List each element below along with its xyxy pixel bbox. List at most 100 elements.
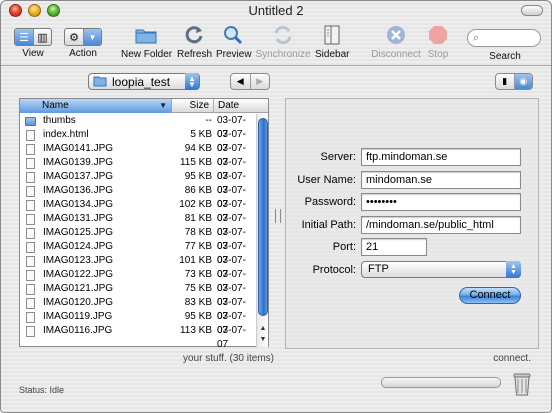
action-popup[interactable]: ⚙ ▼ xyxy=(64,28,102,46)
file-row[interactable]: IMAG0123.JPG 101 KB 03-07-07 xyxy=(20,254,256,280)
view-control[interactable]: ☰ ▥ View xyxy=(14,23,52,59)
globe-icon[interactable]: ◉ xyxy=(513,74,532,89)
file-row[interactable]: IMAG0116.JPG 113 KB 03-07-07 xyxy=(20,324,256,347)
synchronize-button[interactable]: Synchronize xyxy=(255,23,311,60)
action-control[interactable]: ⚙ ▼ Action xyxy=(64,23,102,59)
minimize-window-button[interactable] xyxy=(28,4,41,17)
refresh-button[interactable]: Refresh xyxy=(177,23,212,60)
port-field[interactable]: 21 xyxy=(361,238,427,256)
search-input[interactable]: ⌕ xyxy=(467,29,541,47)
bookmark-icon[interactable]: ▮ xyxy=(496,74,514,89)
file-size: 102 KB xyxy=(179,199,212,210)
sidebar-button[interactable]: Sidebar xyxy=(315,23,349,60)
zoom-window-button[interactable] xyxy=(47,4,60,17)
file-name: IMAG0125.JPG xyxy=(43,227,114,238)
file-icon xyxy=(26,214,35,225)
scrollbar-thumb[interactable] xyxy=(258,118,268,316)
file-name: IMAG0124.JPG xyxy=(43,241,114,252)
file-name: IMAG0136.JPG xyxy=(43,185,114,196)
file-icon xyxy=(26,284,35,295)
list-view-icon[interactable]: ☰ xyxy=(15,29,33,45)
file-size: 94 KB xyxy=(184,143,212,154)
file-row[interactable]: IMAG0120.JPG 83 KB 03-07-07 xyxy=(20,296,256,322)
folder-icon xyxy=(25,117,36,126)
toolbar-toggle-button[interactable] xyxy=(521,5,543,16)
username-label: User Name: xyxy=(297,174,356,186)
file-row[interactable]: IMAG0124.JPG 77 KB 03-07-07 xyxy=(20,240,256,266)
stop-button[interactable]: Stop xyxy=(425,23,451,60)
connection-panel: Server: ftp.mindoman.se User Name: mindo… xyxy=(285,98,539,349)
column-view-icon[interactable]: ▥ xyxy=(33,29,51,45)
file-name: IMAG0116.JPG xyxy=(43,325,113,336)
file-size: 78 KB xyxy=(184,227,212,238)
file-row[interactable]: IMAG0139.JPG 115 KB 03-07-07 xyxy=(20,156,256,182)
disconnect-icon xyxy=(383,23,409,47)
sidebar-icon xyxy=(319,23,345,47)
file-row[interactable]: IMAG0121.JPG 75 KB 03-07-07 xyxy=(20,282,256,308)
search-control: ⌕ Search xyxy=(467,23,543,62)
password-field[interactable]: •••••••• xyxy=(361,193,521,211)
forward-button[interactable]: ▶ xyxy=(249,74,270,89)
file-icon xyxy=(26,130,35,141)
file-row[interactable]: IMAG0125.JPG 78 KB 03-07-07 xyxy=(20,226,256,252)
preview-button[interactable]: Preview xyxy=(216,23,252,60)
folder-popup[interactable]: loopia_test ▲ ▼ xyxy=(88,73,200,90)
file-list-header: Name ▼ Size Date xyxy=(20,99,268,113)
column-header-date[interactable]: Date xyxy=(214,99,258,113)
column-header-name[interactable]: Name ▼ xyxy=(20,99,172,113)
file-icon xyxy=(26,298,35,309)
stop-icon xyxy=(425,23,451,47)
file-icon xyxy=(26,270,35,281)
file-name: IMAG0131.JPG xyxy=(43,213,114,224)
chevron-down-icon: ▼ xyxy=(83,29,101,45)
close-window-button[interactable] xyxy=(9,4,22,17)
file-row[interactable]: IMAG0122.JPG 73 KB 03-07-07 xyxy=(20,268,256,294)
file-size: 5 KB xyxy=(190,129,212,140)
file-icon xyxy=(26,144,35,155)
file-size: 73 KB xyxy=(184,269,212,280)
disconnect-button[interactable]: Disconnect xyxy=(371,23,421,60)
scroll-up-icon[interactable]: ▲ xyxy=(258,324,268,334)
file-row[interactable]: IMAG0137.JPG 95 KB 03-07-07 xyxy=(20,170,256,196)
trash-icon[interactable] xyxy=(511,371,533,397)
file-size: 95 KB xyxy=(184,311,212,322)
file-row[interactable]: thumbs -- 03-07-07 xyxy=(20,114,256,140)
server-field[interactable]: ftp.mindoman.se xyxy=(361,148,521,166)
file-size: 95 KB xyxy=(184,171,212,182)
column-header-size[interactable]: Size xyxy=(172,99,214,113)
select-arrows-icon: ▲ ▼ xyxy=(506,261,521,278)
items-caption: your stuff. (30 items) xyxy=(183,353,274,364)
file-row[interactable]: IMAG0136.JPG 86 KB 03-07-07 xyxy=(20,184,256,210)
file-name: IMAG0134.JPG xyxy=(43,199,114,210)
history-navigation: ◀ ▶ xyxy=(230,73,270,90)
app-window: Untitled 2 ☰ ▥ View ⚙ ▼ Action New Folde… xyxy=(0,0,552,413)
file-size: 101 KB xyxy=(179,255,212,266)
file-size: 77 KB xyxy=(184,241,212,252)
folder-icon xyxy=(93,76,107,87)
scroll-down-icon[interactable]: ▼ xyxy=(258,335,268,345)
action-label: Action xyxy=(69,48,97,59)
file-row[interactable]: index.html 5 KB 03-07-07 xyxy=(20,128,256,154)
username-field[interactable]: mindoman.se xyxy=(361,171,521,189)
file-size: 75 KB xyxy=(184,283,212,294)
file-row[interactable]: IMAG0119.JPG 95 KB 03-07-07 xyxy=(20,310,256,336)
file-row[interactable]: IMAG0141.JPG 94 KB 03-07-07 xyxy=(20,142,256,168)
server-label: Server: xyxy=(320,151,356,163)
file-row[interactable]: IMAG0134.JPG 102 KB 03-07-07 xyxy=(20,198,256,224)
file-icon xyxy=(26,256,35,267)
file-date: 03-07-07 xyxy=(217,325,246,347)
path-field[interactable]: /mindoman.se/public_html xyxy=(361,216,521,234)
refresh-icon xyxy=(181,23,207,47)
current-folder-name: loopia_test xyxy=(112,74,171,89)
file-row[interactable]: IMAG0131.JPG 81 KB 03-07-07 xyxy=(20,212,256,238)
connect-button[interactable]: Connect xyxy=(459,287,521,304)
file-list: Name ▼ Size Date thumbs -- 03-07-07 index.h… xyxy=(19,98,269,347)
back-button[interactable]: ◀ xyxy=(231,74,250,89)
file-list-scrollbar[interactable]: ▲ ▼ xyxy=(256,114,268,347)
file-icon xyxy=(26,200,35,211)
new-folder-button[interactable]: New Folder xyxy=(121,23,172,60)
protocol-select[interactable]: FTP ▲ ▼ xyxy=(361,261,521,278)
file-icon xyxy=(26,172,35,183)
view-segmented-control[interactable]: ☰ ▥ xyxy=(14,28,52,46)
split-view-handle[interactable] xyxy=(275,209,281,223)
